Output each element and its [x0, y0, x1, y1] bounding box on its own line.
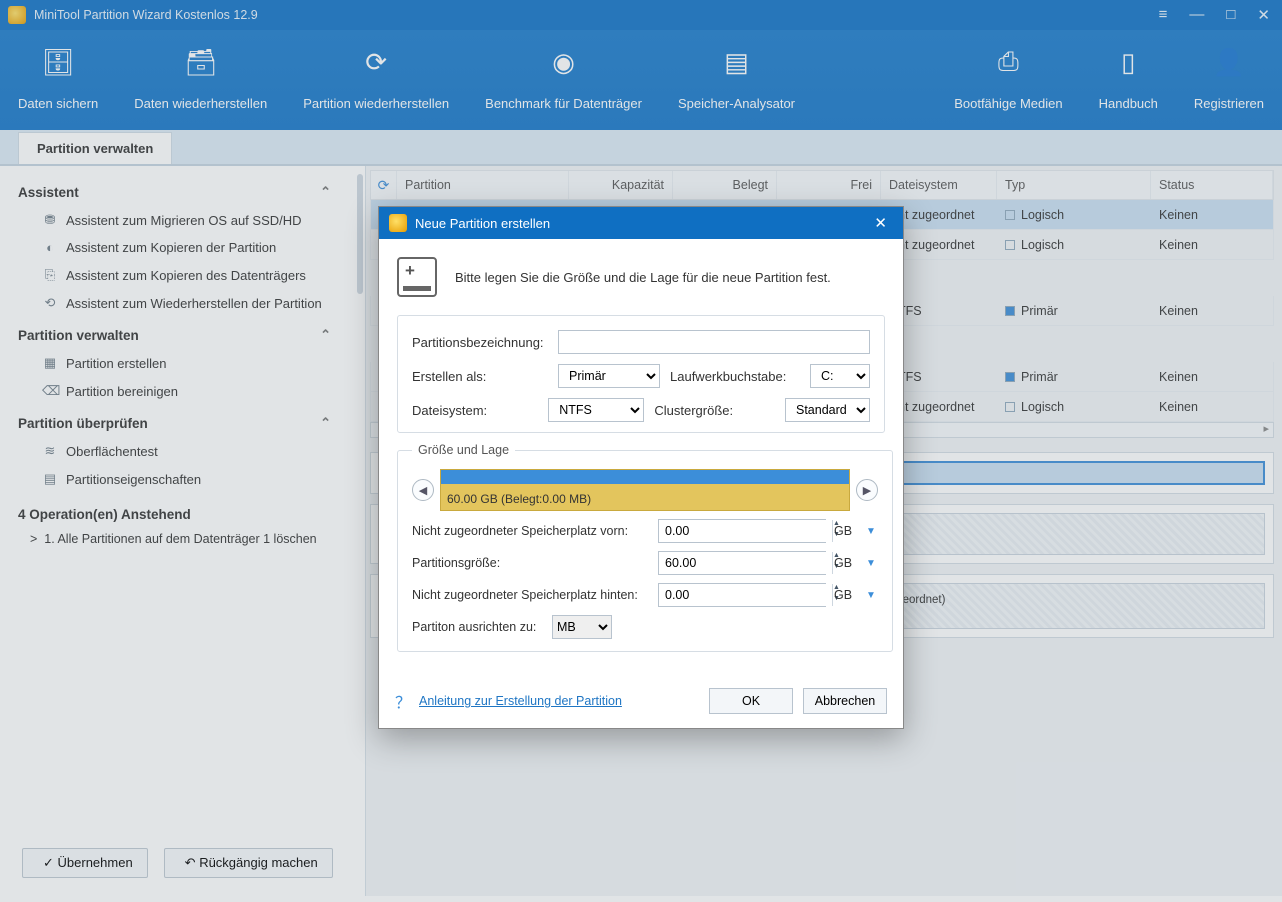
label-align: Partiton ausrichten zu:: [412, 620, 552, 634]
help-icon[interactable]: ？: [395, 689, 411, 713]
input-partition-size[interactable]: [659, 552, 832, 574]
label-partition-size: Partitionsgröße:: [412, 556, 658, 570]
dialog-instruction: Bitte legen Sie die Größe und die Lage f…: [455, 270, 831, 285]
select-align[interactable]: MB: [552, 615, 612, 639]
label-space-after: Nicht zugeordneter Speicherplatz hinten:: [412, 588, 658, 602]
legend-size-location: Größe und Lage: [412, 443, 515, 457]
input-space-after[interactable]: [659, 584, 832, 606]
select-cluster[interactable]: Standard: [785, 398, 870, 422]
dialog-logo-icon: [389, 214, 407, 232]
unit-dropdown-icon[interactable]: ▼: [866, 558, 878, 569]
select-drive-letter[interactable]: C:: [810, 364, 870, 388]
add-drive-icon: [397, 257, 437, 297]
input-space-before[interactable]: [659, 520, 832, 542]
slider-label: 60.00 GB (Belegt:0.00 MB): [447, 492, 591, 506]
unit-label: GB: [834, 588, 864, 602]
unit-dropdown-icon[interactable]: ▼: [866, 526, 878, 537]
label-space-before: Nicht zugeordneter Speicherplatz vorn:: [412, 524, 658, 538]
cancel-button[interactable]: Abbrechen: [803, 688, 887, 714]
slider-left-handle[interactable]: ◀: [412, 479, 434, 501]
label-drive-letter: Laufwerkbuchstabe:: [670, 369, 810, 384]
dialog-title: Neue Partition erstellen: [415, 216, 550, 231]
unit-label: GB: [834, 556, 864, 570]
dialog-close-icon[interactable]: ✕: [868, 212, 893, 234]
ok-button[interactable]: OK: [709, 688, 793, 714]
label-cluster: Clustergröße:: [654, 403, 785, 418]
label-filesystem: Dateisystem:: [412, 403, 548, 418]
create-partition-dialog: Neue Partition erstellen ✕ Bitte legen S…: [378, 206, 904, 729]
label-create-as: Erstellen als:: [412, 369, 558, 384]
select-create-as[interactable]: Primär: [558, 364, 660, 388]
slider-right-handle[interactable]: ▶: [856, 479, 878, 501]
help-link[interactable]: Anleitung zur Erstellung der Partition: [419, 694, 622, 708]
label-partition-name: Partitionsbezeichnung:: [412, 335, 558, 350]
dialog-titlebar: Neue Partition erstellen ✕: [379, 207, 903, 239]
unit-dropdown-icon[interactable]: ▼: [866, 590, 878, 601]
unit-label: GB: [834, 524, 864, 538]
partition-slider[interactable]: 60.00 GB (Belegt:0.00 MB): [440, 469, 850, 511]
input-partition-name[interactable]: [558, 330, 870, 354]
select-filesystem[interactable]: NTFS: [548, 398, 644, 422]
